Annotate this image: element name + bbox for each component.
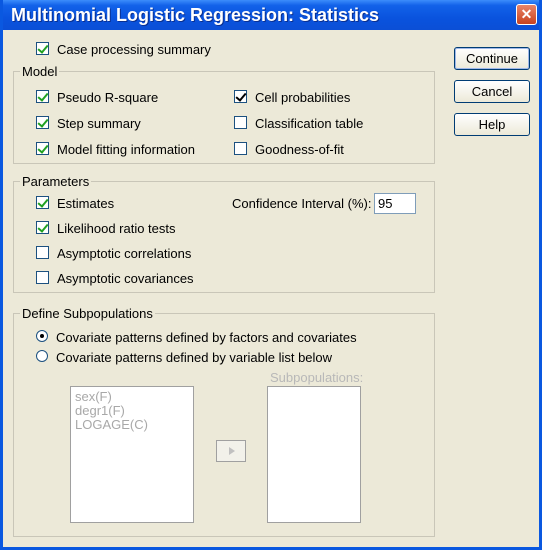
classification-table-checkbox[interactable]: Classification table bbox=[234, 116, 363, 131]
list-item[interactable]: degr1(F) bbox=[75, 404, 189, 418]
subpop-option-factors-radio[interactable] bbox=[36, 330, 48, 342]
dialog-title: Multinomial Logistic Regression: Statist… bbox=[11, 5, 380, 25]
title-bar: Multinomial Logistic Regression: Statist… bbox=[3, 0, 539, 30]
subpop-option-factors[interactable]: Covariate patterns defined by factors an… bbox=[36, 330, 357, 345]
estimates-check[interactable] bbox=[36, 196, 49, 209]
goodness-of-fit-label: Goodness-of-fit bbox=[255, 142, 344, 157]
close-button[interactable]: ✕ bbox=[516, 4, 537, 25]
move-right-button[interactable] bbox=[216, 440, 246, 462]
subpop-option-variable-list[interactable]: Covariate patterns defined by variable l… bbox=[36, 350, 332, 365]
subpop-option-variable-list-label: Covariate patterns defined by variable l… bbox=[56, 350, 333, 365]
estimates-label: Estimates bbox=[57, 196, 115, 211]
confidence-interval-input[interactable]: 95 bbox=[374, 193, 416, 214]
asymptotic-covariances-checkbox[interactable]: Asymptotic covariances bbox=[36, 271, 194, 286]
goodness-of-fit-check[interactable] bbox=[234, 142, 247, 155]
continue-button[interactable]: Continue bbox=[454, 47, 530, 70]
cell-probabilities-checkbox[interactable]: Cell probabilities bbox=[234, 90, 350, 105]
estimates-checkbox[interactable]: Estimates bbox=[36, 196, 114, 211]
asymptotic-correlations-label: Asymptotic correlations bbox=[57, 246, 192, 261]
cell-probabilities-check[interactable] bbox=[234, 90, 247, 103]
help-button[interactable]: Help bbox=[454, 113, 530, 136]
likelihood-ratio-label: Likelihood ratio tests bbox=[57, 221, 176, 236]
likelihood-ratio-check[interactable] bbox=[36, 221, 49, 234]
step-summary-checkbox[interactable]: Step summary bbox=[36, 116, 141, 131]
case-processing-label: Case processing summary bbox=[57, 42, 211, 57]
pseudo-r-square-label: Pseudo R-square bbox=[57, 90, 159, 105]
statistics-dialog: Multinomial Logistic Regression: Statist… bbox=[0, 0, 542, 550]
model-fitting-check[interactable] bbox=[36, 142, 49, 155]
variables-listbox[interactable]: sex(F) degr1(F) LOGAGE(C) bbox=[70, 386, 194, 523]
subpop-option-variable-list-radio[interactable] bbox=[36, 350, 48, 362]
likelihood-ratio-checkbox[interactable]: Likelihood ratio tests bbox=[36, 221, 176, 236]
classification-table-check[interactable] bbox=[234, 116, 247, 129]
goodness-of-fit-checkbox[interactable]: Goodness-of-fit bbox=[234, 142, 344, 157]
asymptotic-correlations-check[interactable] bbox=[36, 246, 49, 259]
cell-probabilities-label: Cell probabilities bbox=[255, 90, 351, 105]
asymptotic-correlations-checkbox[interactable]: Asymptotic correlations bbox=[36, 246, 191, 261]
subpop-option-factors-label: Covariate patterns defined by factors an… bbox=[56, 330, 357, 345]
pseudo-r-square-check[interactable] bbox=[36, 90, 49, 103]
model-fitting-checkbox[interactable]: Model fitting information bbox=[36, 142, 195, 157]
model-fitting-label: Model fitting information bbox=[57, 142, 196, 157]
step-summary-label: Step summary bbox=[57, 116, 141, 131]
cancel-button[interactable]: Cancel bbox=[454, 80, 530, 103]
subpopulations-label: Subpopulations: bbox=[270, 370, 364, 385]
model-legend: Model bbox=[20, 64, 60, 79]
classification-table-label: Classification table bbox=[255, 116, 364, 131]
list-item[interactable]: sex(F) bbox=[75, 390, 189, 404]
asymptotic-covariances-label: Asymptotic covariances bbox=[57, 271, 194, 286]
step-summary-check[interactable] bbox=[36, 116, 49, 129]
case-processing-checkbox[interactable]: Case processing summary bbox=[36, 42, 211, 57]
close-icon: ✕ bbox=[520, 6, 533, 22]
case-processing-check[interactable] bbox=[36, 42, 49, 55]
confidence-interval-label: Confidence Interval (%): bbox=[232, 196, 372, 211]
list-item[interactable]: LOGAGE(C) bbox=[75, 418, 189, 432]
asymptotic-covariances-check[interactable] bbox=[36, 271, 49, 284]
subpopulations-legend: Define Subpopulations bbox=[20, 306, 155, 321]
parameters-legend: Parameters bbox=[20, 174, 92, 189]
pseudo-r-square-checkbox[interactable]: Pseudo R-square bbox=[36, 90, 158, 105]
subpopulations-listbox[interactable] bbox=[267, 386, 361, 523]
